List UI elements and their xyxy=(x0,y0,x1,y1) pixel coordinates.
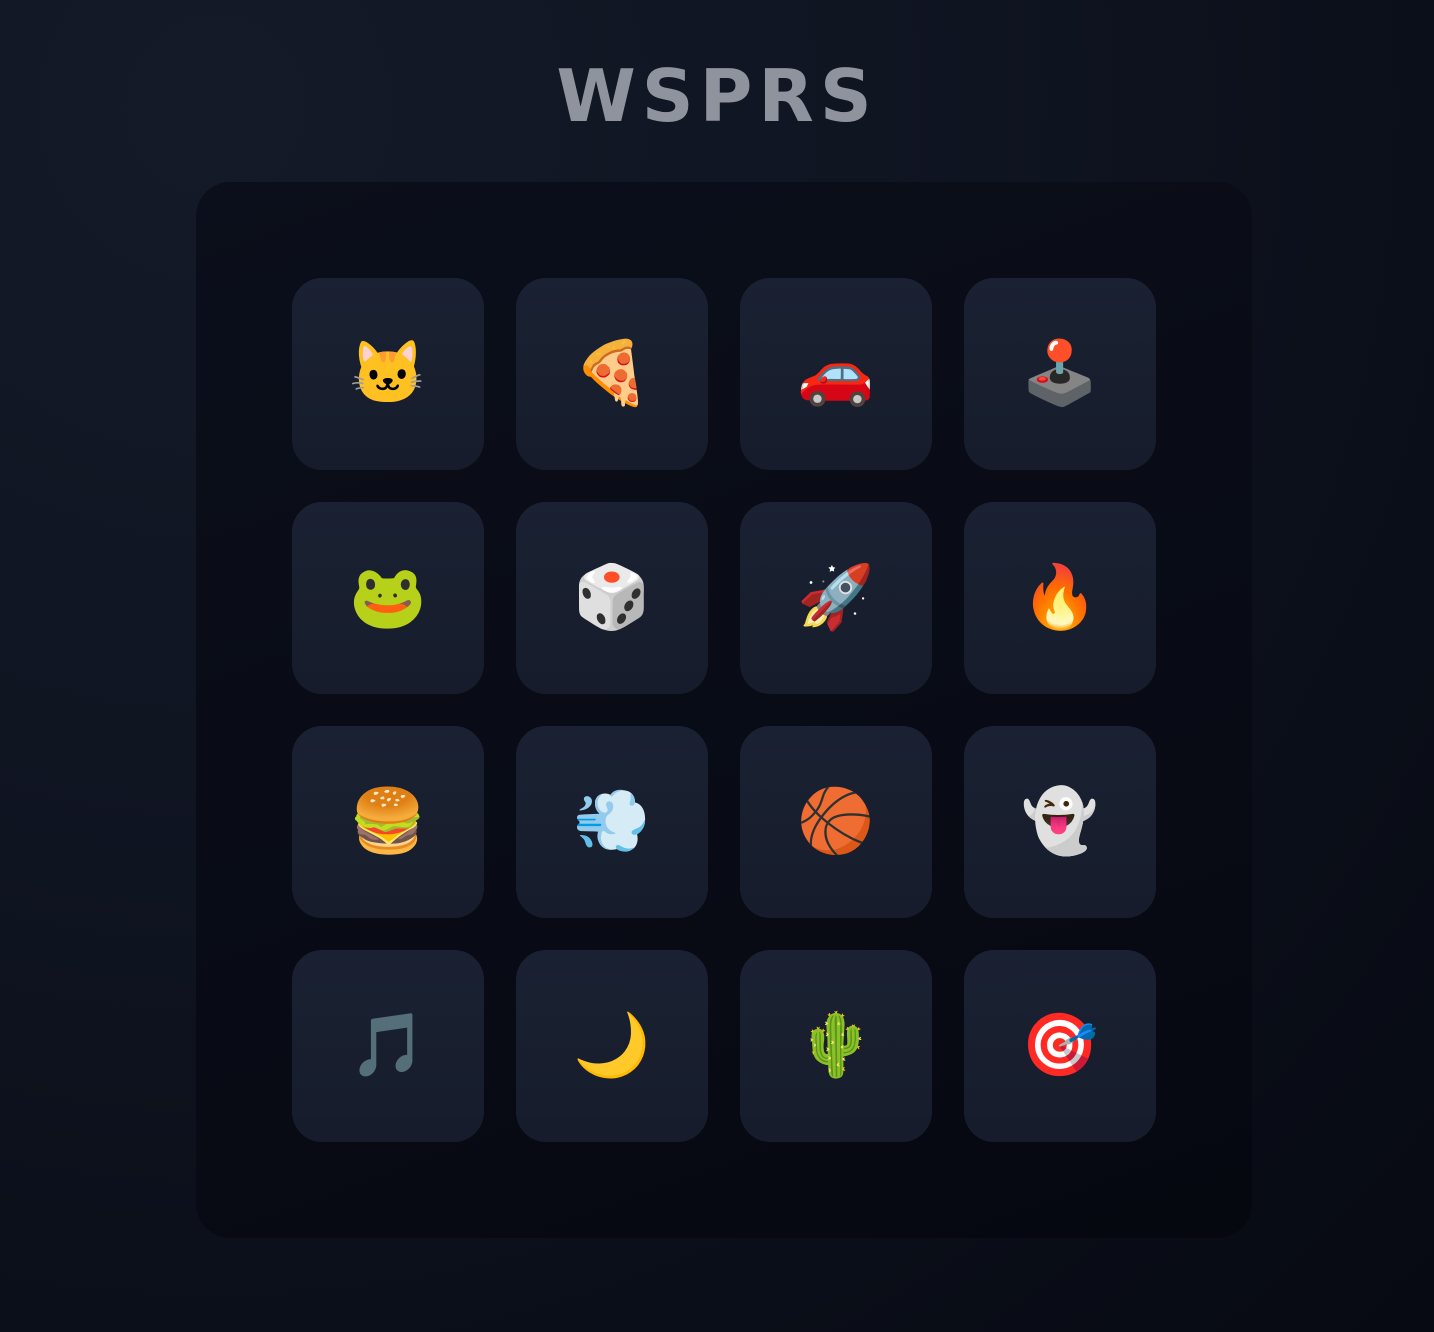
tile[interactable]: 🎲 xyxy=(516,502,708,694)
crescent-moon-icon: 🌙 xyxy=(573,1011,651,1080)
pizza-icon: 🍕 xyxy=(573,339,651,408)
tile[interactable]: 🐱 xyxy=(292,278,484,470)
cactus-icon: 🌵 xyxy=(797,1011,875,1080)
tile[interactable]: 👻 xyxy=(964,726,1156,918)
tile[interactable]: 🔥 xyxy=(964,502,1156,694)
tile[interactable]: 🕹️ xyxy=(964,278,1156,470)
tile[interactable]: 🍕 xyxy=(516,278,708,470)
tile[interactable]: 💨 xyxy=(516,726,708,918)
tile[interactable]: 🎯 xyxy=(964,950,1156,1142)
tile[interactable]: 🍔 xyxy=(292,726,484,918)
game-board: 🐱 🍕 🚗 🕹️ 🐸 🎲 🚀 🔥 🍔 💨 🏀 👻 🎵 🌙 🌵 🎯 xyxy=(196,182,1252,1238)
die-icon: 🎲 xyxy=(573,563,651,632)
musical-note-icon: 🎵 xyxy=(349,1011,427,1080)
tile[interactable]: 🎵 xyxy=(292,950,484,1142)
frog-icon: 🐸 xyxy=(349,563,427,632)
joystick-icon: 🕹️ xyxy=(1021,339,1099,408)
bullseye-icon: 🎯 xyxy=(1021,1011,1099,1080)
hamburger-icon: 🍔 xyxy=(349,787,427,856)
ghost-icon: 👻 xyxy=(1021,787,1099,856)
tile-grid: 🐱 🍕 🚗 🕹️ 🐸 🎲 🚀 🔥 🍔 💨 🏀 👻 🎵 🌙 🌵 🎯 xyxy=(292,278,1156,1142)
cat-face-icon: 🐱 xyxy=(349,339,427,408)
tile[interactable]: 🚗 xyxy=(740,278,932,470)
dash-smoke-icon: 💨 xyxy=(573,787,651,856)
tile[interactable]: 🏀 xyxy=(740,726,932,918)
tile[interactable]: 🐸 xyxy=(292,502,484,694)
fire-icon: 🔥 xyxy=(1021,563,1099,632)
basketball-icon: 🏀 xyxy=(797,787,875,856)
car-icon: 🚗 xyxy=(797,339,875,408)
page-title: WSPRS xyxy=(556,54,878,138)
tile[interactable]: 🌵 xyxy=(740,950,932,1142)
tile[interactable]: 🚀 xyxy=(740,502,932,694)
tile[interactable]: 🌙 xyxy=(516,950,708,1142)
rocket-icon: 🚀 xyxy=(797,563,875,632)
